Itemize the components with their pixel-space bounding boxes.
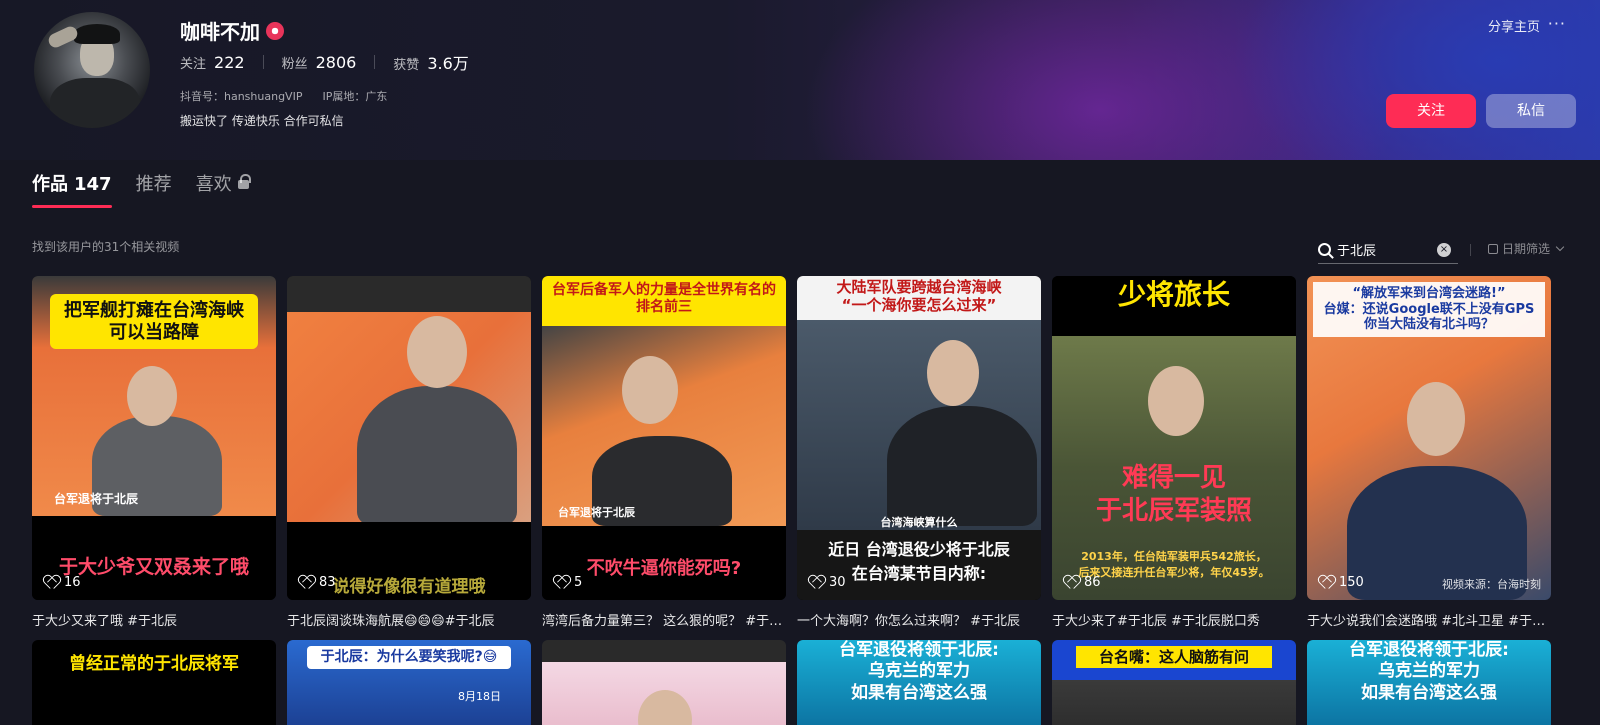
- follow-button[interactable]: 关注: [1386, 94, 1476, 128]
- douyin-id: 抖音号：hanshuangVIP: [180, 90, 303, 103]
- video-title[interactable]: 于北辰阔谈珠海航展😄😄😄#于北辰: [287, 610, 531, 629]
- heart-icon: [44, 576, 58, 589]
- video-mid-caption: 台军退将于北辰: [558, 506, 635, 519]
- profile-tabs: 作品 147 推荐 喜欢: [32, 170, 251, 208]
- video-source: 视频来源：台海时刻: [1442, 578, 1541, 591]
- video-mid-caption: 台湾海峡算什么: [880, 516, 958, 529]
- heart-icon: [299, 576, 313, 589]
- video-title[interactable]: 湾湾后备力量第三？ 这么狠的呢？ #于北辰: [542, 610, 786, 629]
- video-top-caption: 台军后备军人的力量是全世界有名的 排名前三: [552, 282, 776, 315]
- profile-meta: 抖音号：hanshuangVIP IP属地：广东: [180, 88, 387, 104]
- video-top-caption: 于北辰：为什么要笑我呢?😅: [307, 646, 511, 669]
- like-count-value: 30: [829, 575, 846, 590]
- profile-bio: 搬运快了 传递快乐 合作可私信: [180, 114, 344, 128]
- divider: [1470, 244, 1471, 256]
- video-top-caption: 台名嘴：这人脑筋有问: [1076, 646, 1272, 668]
- profile-stats: 关注 222 粉丝 2806 获赞 3.6万: [180, 50, 469, 74]
- stat-following[interactable]: 关注 222: [180, 53, 245, 72]
- video-thumbnail[interactable]: 台名嘴：这人脑筋有问: [1052, 640, 1296, 725]
- like-count: 5: [554, 575, 582, 590]
- tab-label: 喜欢: [195, 174, 232, 195]
- results-info: 找到该用户的31个相关视频: [32, 240, 180, 254]
- video-thumbnail[interactable]: 台军后备军人的力量是全世界有名的 排名前三 台军退将于北辰 不吹牛逼你能死吗? …: [542, 276, 786, 600]
- chevron-down-icon: [1555, 242, 1565, 252]
- video-top-caption: 把军舰打瘫在台湾海峡 可以当路障: [50, 294, 258, 350]
- ip-location: IP属地：广东: [322, 90, 388, 103]
- search-icon: [1318, 243, 1331, 256]
- video-thumbnail[interactable]: 说得好像很有道理哦 83: [287, 276, 531, 600]
- video-thumbnail[interactable]: 把军舰打瘫在台湾海峡 可以当路障 台军退将于北辰 于大少爷又双叒来了哦 16: [32, 276, 276, 600]
- message-button[interactable]: 私信: [1486, 94, 1576, 128]
- like-count-value: 5: [574, 575, 583, 590]
- stat-value: 222: [214, 52, 245, 72]
- like-count-value: 16: [64, 575, 81, 590]
- heart-icon: [554, 576, 568, 589]
- like-count: 86: [1064, 575, 1101, 590]
- video-top-caption: 少将旅长: [1117, 278, 1230, 311]
- video-title[interactable]: 于大少说我们会迷路哦 #北斗卫星 #于北辰: [1307, 610, 1551, 629]
- video-title[interactable]: 于大少又来了哦 #于北辰: [32, 610, 276, 629]
- stat-followers[interactable]: 粉丝 2806: [282, 53, 357, 72]
- date-filter[interactable]: 日期筛选: [1488, 240, 1565, 257]
- stat-label: 关注: [180, 56, 207, 72]
- video-date: 8月18日: [458, 690, 501, 703]
- video-thumbnail[interactable]: 少将旅长 难得一见 于北辰军装照 2013年，任台陆军装甲兵542旅长， 后来又…: [1052, 276, 1296, 600]
- tab-recommend[interactable]: 推荐: [136, 170, 172, 208]
- video-top-caption: 台军退役将领于北辰: 乌克兰的军力 如果有台湾这么强: [1349, 640, 1509, 703]
- video-thumbnail[interactable]: 台军退役将领于北辰: 乌克兰的军力 如果有台湾这么强: [1307, 640, 1551, 725]
- video-title[interactable]: 一个大海啊？你怎么过来啊？ #于北辰: [797, 610, 1041, 629]
- profile-name-row: 咖啡不加: [180, 16, 284, 45]
- heart-icon: [1064, 576, 1078, 589]
- heart-icon: [809, 576, 823, 589]
- tab-works[interactable]: 作品 147: [32, 170, 112, 208]
- video-top-caption: 台军退役将领于北辰: 乌克兰的军力 如果有台湾这么强: [839, 640, 999, 703]
- stat-label: 获赞: [393, 58, 420, 73]
- tab-label: 推荐: [135, 174, 172, 195]
- divider: [262, 55, 264, 69]
- video-thumbnail[interactable]: 曾经正常的于北辰将军: [32, 640, 276, 725]
- like-count-value: 86: [1084, 575, 1101, 590]
- video-title[interactable]: 于大少来了#于北辰 #于北辰脱口秀: [1052, 610, 1296, 629]
- profile-name: 咖啡不加: [180, 20, 260, 44]
- video-mid-caption: 台军退将于北辰: [54, 492, 139, 506]
- lock-icon: [237, 174, 251, 189]
- video-thumbnail[interactable]: 台军退役将领于北辰: 乌克兰的军力 如果有台湾这么强: [797, 640, 1041, 725]
- stat-value: 3.6万: [427, 54, 469, 73]
- more-icon[interactable]: ···: [1548, 14, 1566, 33]
- like-count-value: 150: [1339, 575, 1364, 590]
- like-count: 83: [299, 575, 336, 590]
- tab-likes[interactable]: 喜欢: [195, 170, 251, 208]
- heart-icon: [1319, 576, 1333, 589]
- video-thumbnail[interactable]: 大陆军队要跨越台湾海峡 “一个海你要怎么过来” 台湾海峡算什么 近日 台湾退役少…: [797, 276, 1041, 600]
- avatar[interactable]: [34, 12, 150, 128]
- like-count: 30: [809, 575, 846, 590]
- tab-count: 147: [74, 174, 112, 195]
- video-thumbnail[interactable]: “解放军来到台湾会迷路!” 台媒：还说Google联不上没有GPS 你当大陆没有…: [1307, 276, 1551, 600]
- video-top-caption: “解放军来到台湾会迷路!” 台媒：还说Google联不上没有GPS 你当大陆没有…: [1313, 282, 1545, 337]
- clear-icon[interactable]: ×: [1437, 242, 1451, 257]
- video-top-caption: 曾经正常的于北辰将军: [69, 654, 239, 674]
- share-profile-link[interactable]: 分享主页: [1488, 16, 1540, 35]
- calendar-icon: [1488, 243, 1498, 254]
- like-count: 150: [1319, 575, 1364, 590]
- video-top-caption: 大陆军队要跨越台湾海峡 “一个海你要怎么过来”: [836, 278, 1002, 314]
- like-count: 16: [44, 575, 81, 590]
- candy-icon: [266, 21, 284, 40]
- video-thumbnail[interactable]: 于北辰：为什么要笑我呢?😅 8月18日: [287, 640, 531, 725]
- divider: [374, 55, 376, 69]
- stat-value: 2806: [315, 52, 357, 72]
- like-count-value: 83: [319, 575, 336, 590]
- stat-label: 粉丝: [281, 56, 308, 72]
- video-mid-caption: 难得一见 于北辰军装照: [1095, 463, 1252, 526]
- tab-label: 作品: [32, 174, 68, 195]
- search-box: ×: [1318, 236, 1458, 264]
- search-input[interactable]: [1337, 242, 1433, 257]
- stat-likes: 获赞 3.6万: [393, 50, 468, 74]
- video-thumbnail[interactable]: [542, 640, 786, 725]
- date-filter-label: 日期筛选: [1502, 242, 1551, 256]
